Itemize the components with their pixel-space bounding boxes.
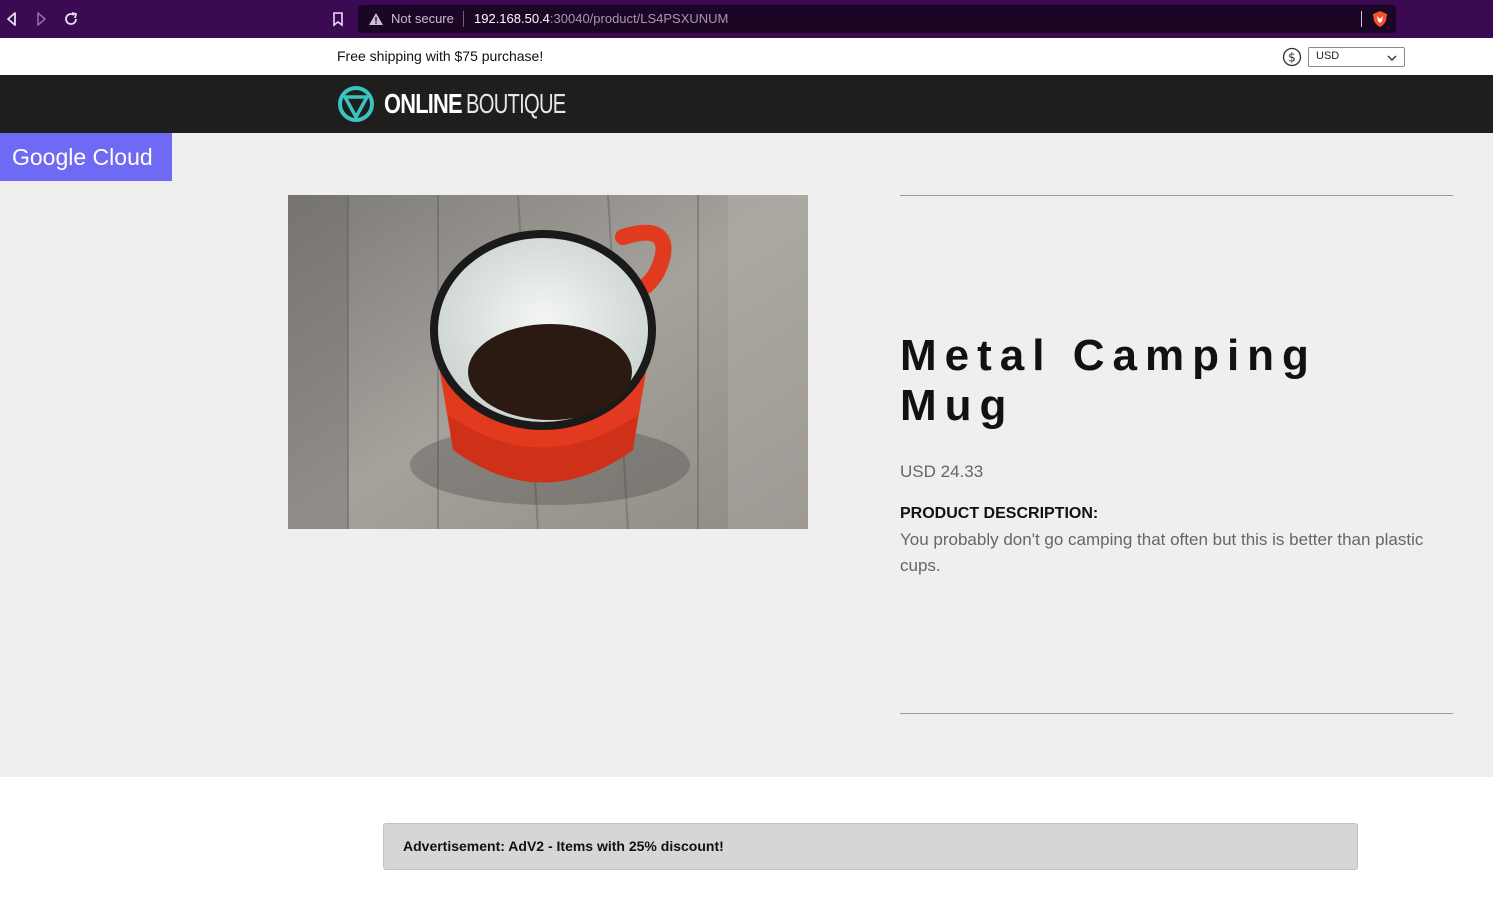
svg-text:$: $ [1288,51,1296,65]
bookmark-icon[interactable] [328,9,348,29]
back-icon[interactable] [2,9,22,29]
chevron-down-icon [1386,51,1398,63]
currency-select[interactable]: USD [1308,47,1405,67]
product-image [288,194,808,530]
brave-shield-icon[interactable] [1371,10,1389,28]
product-price: USD 24.33 [900,462,984,481]
product-description: You probably don't go camping that often… [900,530,1424,575]
warning-icon [368,11,384,27]
product-title: Metal Camping Mug [900,331,1317,430]
currency-value: USD [1316,50,1340,62]
url-host: 192.168.50.4 [474,11,550,26]
address-bar[interactable]: Not secure 192.168.50.4:30040/product/LS… [358,5,1396,33]
browser-toolbar: Not secure 192.168.50.4:30040/product/LS… [0,0,1493,38]
boutique-logo-icon[interactable] [337,84,375,124]
security-label[interactable]: Not secure [391,11,454,26]
divider-top [900,195,1453,196]
reload-icon[interactable] [61,9,81,29]
advertisement-banner[interactable]: Advertisement: AdV2 - Items with 25% dis… [383,823,1358,870]
logo-text-bold: ONLINE [384,88,463,119]
divider-bottom [900,713,1453,714]
advertisement-text[interactable]: Advertisement: AdV2 - Items with 25% dis… [403,838,724,854]
logo-text-light: BOUTIQUE [465,88,566,119]
shipping-message: Free shipping with $75 purchase! [337,48,544,64]
google-cloud-badge: Google Cloud [0,133,172,181]
url-divider [1361,11,1362,27]
dollar-circle-icon: $ [1282,47,1302,67]
top-banner: Free shipping with $75 purchase! $ USD [0,38,1493,75]
site-logo[interactable]: ONLINE BOUTIQUE [384,87,604,121]
description-heading: PRODUCT DESCRIPTION: [900,505,1099,522]
url-text[interactable]: 192.168.50.4:30040/product/LS4PSXUNUM [474,11,728,26]
url-path: :30040/product/LS4PSXUNUM [549,11,729,26]
site-header: ONLINE BOUTIQUE [0,75,1493,133]
forward-icon[interactable] [31,9,51,29]
url-separator [463,11,464,27]
product-section: Google Cloud Metal Camping Mug USD 24.33… [0,133,1493,777]
